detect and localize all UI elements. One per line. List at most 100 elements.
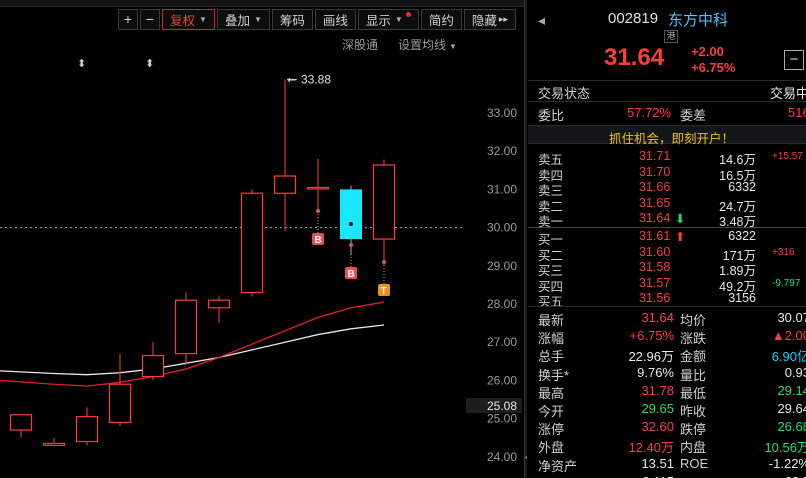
stat-label: 外盘 [538,440,565,456]
stat-label: PE(动) [680,474,719,478]
minus-icon: − [789,51,799,68]
level-price: 31.65 [639,195,671,210]
price-axis-tick: 28.00 [487,297,517,311]
trade-status-row: 交易状态 交易中 [528,82,806,101]
bid-row[interactable]: 买四 31.57 49.2万 -9.797 [528,275,806,294]
candle-body-up [240,192,264,294]
stats-row: 今开 29.65 昨收 29.64 [528,400,806,419]
price-change: +2.00 [691,44,724,59]
ask-row[interactable]: 卖三 31.66 6332 [528,180,806,198]
level-volume: 6322 [728,229,756,243]
take-profit-marker-label: T [381,286,387,297]
stat-value: 31.78 [641,382,674,398]
quote-header: ◂ 002819 东方中科 港 31.64 +2.00 +6.75% − [528,0,806,76]
collapse-handle-icon[interactable]: ◂ [524,452,527,466]
price-axis-tick: 29.00 [487,259,517,273]
stat-value: ▲2.00 [771,328,806,344]
ask-row[interactable]: 卖二 31.65 24.7万 [528,195,806,214]
stat-label: 换手* [538,367,570,383]
weicha-label: 委差 [680,108,707,123]
stats-row: 0.115 PE(动) 68.5 [528,473,806,478]
arrow-up-icon: ⬆ [675,230,686,244]
bid-row[interactable]: 买二 31.60 171万 +316 [528,244,806,263]
weicha-value: 516 [788,105,806,120]
stats-row: 净资产 13.51 ROE -1.22% [528,455,806,474]
level-label: 买五 [538,295,564,309]
stat-label: 量比 [680,367,707,383]
level-volume: 6332 [728,180,756,194]
stat-label: 最低 [680,385,707,401]
candle-body-up [273,175,297,194]
candle-body-up [207,299,231,309]
stat-label: 净资产 [538,458,578,474]
level-price: 31.61 [639,229,671,243]
stat-value: -1.22% [768,455,806,471]
divider [528,227,806,228]
price-change-percent: +6.75% [691,60,736,75]
stats-row: 涨幅 +6.75% 涨跌 ▲2.00 [528,327,806,347]
kline-chart-pane[interactable]: + − 复权 ▼ 叠加 ▼ 筹码 画线 显示 ▼ 简约 隐藏 ▸▸ 深股通 设置均线 ▼ … [0,0,527,478]
price-axis-tick: 33.00 [487,106,517,120]
stat-value: 30.07 [777,310,806,325]
marker-dot [316,209,320,213]
price-axis-tick: 31.00 [487,182,517,196]
stat-value: 31.64 [641,310,674,325]
level-price: 31.56 [639,291,671,305]
bid-row[interactable]: 买一 31.61 6322 ⬆ [528,229,806,247]
stat-value: 0.93 [784,364,806,380]
stat-label: ROE [680,455,709,471]
markers-layer: 33.88 ← ⬍ ⬍ B B T [77,57,390,297]
candle-body-up [174,299,198,355]
price-axis-tick: 32.00 [487,144,517,158]
stat-label: 最新 [538,313,565,328]
ask-row[interactable]: 卖四 31.70 16.5万 [528,165,806,183]
arrow-left-icon: ← [287,73,296,86]
bid-row[interactable]: 买三 31.58 1.89万 [528,260,806,278]
stat-value: 6.90亿 [771,349,806,365]
trade-status-value: 交易中 [770,86,806,101]
kline-svg[interactable]: 33.00 32.00 31.00 30.00 29.00 28.00 27.00 26.00… [0,0,524,478]
ask-row[interactable]: 卖一 31.64 3.48万 ⬇ [528,211,806,229]
candle-body-up [141,354,165,378]
pane-divider[interactable] [524,0,527,478]
candle-body-up [306,186,330,190]
stat-value: 29.65 [641,401,674,416]
buy-marker-2-label: B [348,269,355,280]
stat-value: 29.64 [777,401,806,416]
price-axis-tick: 25.00 [487,412,517,426]
high-annotation-label: 33.88 [301,72,331,86]
level-price: 31.58 [639,260,671,274]
candle-body-up [372,164,396,240]
stat-value: 0.115 [642,474,674,478]
level-change: +15.57 [772,151,803,162]
ask-row[interactable]: 卖五 31.71 14.6万 +15.57 [528,149,806,167]
candle-body-up [75,416,99,443]
stat-value: 9.76% [637,364,674,380]
arrow-down-icon: ⬇ [675,212,686,226]
stock-code: 002819 [608,10,659,27]
stock-name[interactable]: 东方中科 [668,9,728,30]
level-price: 31.57 [639,275,671,290]
weibi-value: 57.72% [627,105,672,120]
stats-row: 涨停 32.60 跌停 26.68 [528,418,806,437]
current-price-tag: 25.08 [487,399,517,413]
up-down-arrow-icon: ⬍ [77,57,86,70]
remove-watchlist-button[interactable]: − [784,50,804,70]
stat-value: 22.96万 [628,349,674,365]
level-volume: 3156 [728,291,756,305]
stat-label: 总手 [538,349,565,365]
back-arrow-icon[interactable]: ◂ [538,12,545,29]
stats-row: 外盘 12.40万 内盘 10.56万 [528,436,806,456]
stats-row: 最高 31.78 最低 29.14 [528,382,806,401]
bid-row[interactable]: 买五 31.56 3156 [528,291,806,309]
stat-value: 13.51 [641,455,674,471]
promo-text: 抓住机会，即刻开户！ [609,132,735,146]
weibi-row: 委比 57.72% 委差 516 [528,104,806,123]
stat-label: 涨跌 [680,331,707,347]
promo-banner[interactable]: 抓住机会，即刻开户！ [528,125,806,146]
stat-label: 今开 [538,404,565,419]
market-badge: 港 [664,30,678,43]
stat-label: 内盘 [680,440,707,456]
price-axis-tick: 27.00 [487,335,517,349]
level-price: 31.60 [639,244,671,259]
